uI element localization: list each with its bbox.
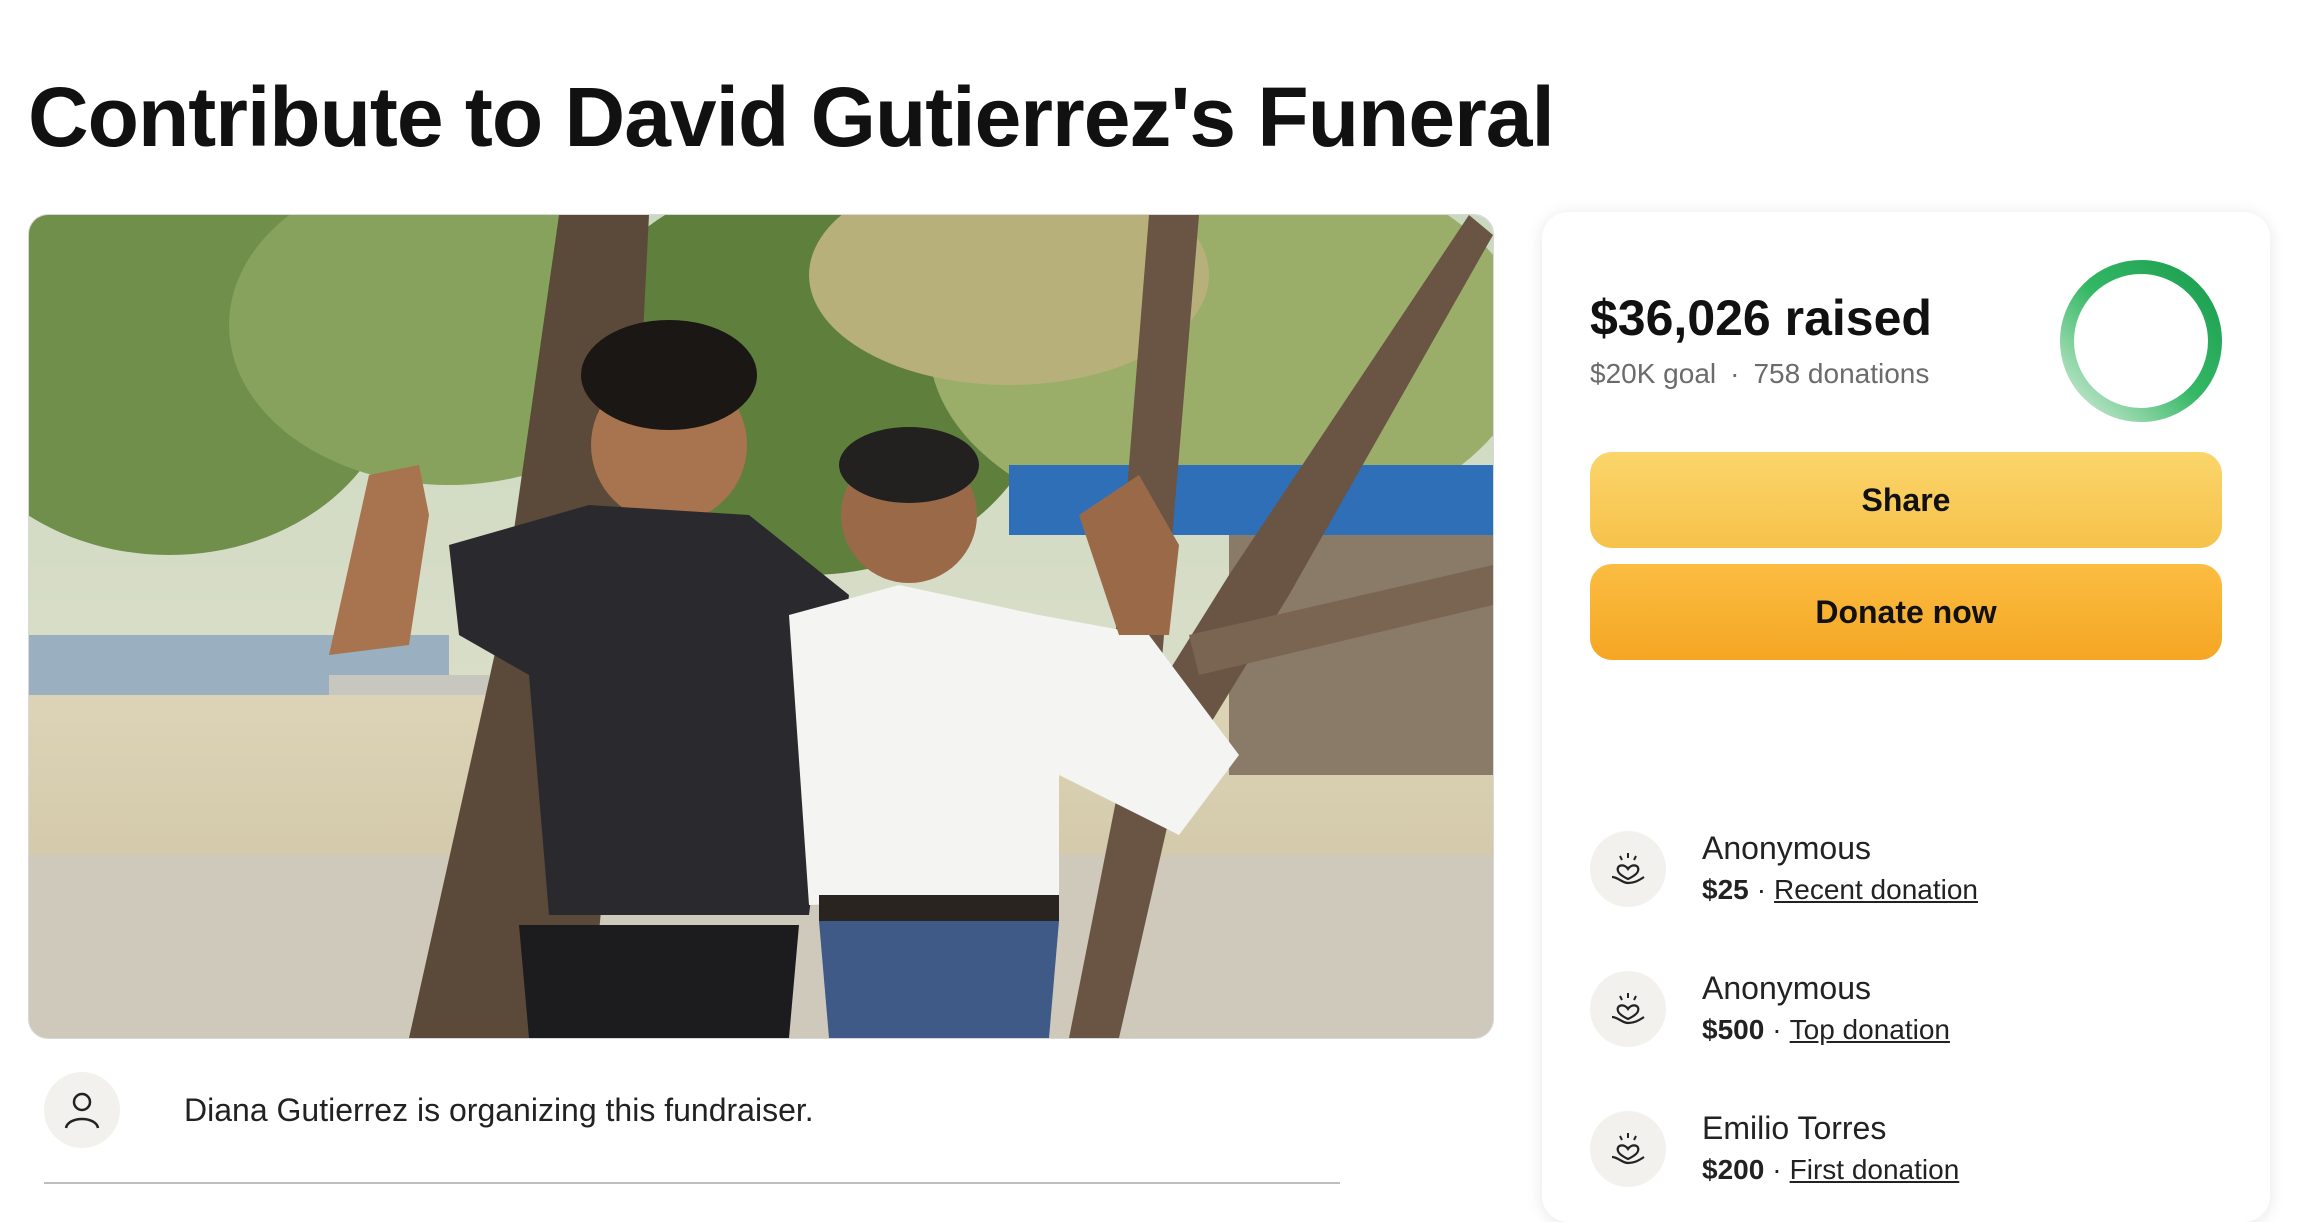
fundraiser-photo	[28, 214, 1494, 1039]
first-donation-link[interactable]: First donation	[1790, 1154, 1960, 1185]
separator-dot: ·	[1730, 358, 1740, 389]
person-icon	[44, 1072, 120, 1148]
organizer-text: Diana Gutierrez is organizing this fundr…	[184, 1091, 814, 1128]
donation-count: 758 donations	[1753, 358, 1930, 389]
top-donation-link[interactable]: Top donation	[1790, 1014, 1950, 1045]
page-title: Contribute to David Gutierrez's Funeral	[28, 70, 1555, 164]
organizer-row: Diana Gutierrez is organizing this fundr…	[44, 1072, 814, 1148]
divider	[44, 1182, 1340, 1184]
share-button[interactable]: Share	[1590, 452, 2222, 548]
separator-dot: ·	[1772, 1154, 1782, 1185]
separator-dot: ·	[1756, 874, 1767, 905]
donation-amount: $200	[1702, 1154, 1765, 1185]
separator-dot: ·	[1772, 1014, 1782, 1045]
heart-hand-icon	[1590, 831, 1666, 907]
donor-name: Anonymous	[1702, 970, 1871, 1006]
progress-ring	[2060, 260, 2222, 422]
heart-hand-icon	[1590, 971, 1666, 1047]
amount-raised: $36,026 raised	[1590, 290, 1932, 346]
recent-donation-link[interactable]: Recent donation	[1774, 874, 1978, 905]
donation-item: Anonymous $25 · Recent donation	[1590, 824, 1978, 914]
donor-name: Anonymous	[1702, 830, 1871, 866]
donation-amount: $500	[1702, 1014, 1765, 1045]
donation-item: Anonymous $500 · Top donation	[1590, 964, 1950, 1054]
heart-hand-icon	[1590, 1111, 1666, 1187]
donation-item: Emilio Torres $200 · First donation	[1590, 1104, 1959, 1194]
goal-line: $20K goal · 758 donations	[1590, 358, 1929, 390]
donor-name: Emilio Torres	[1702, 1110, 1887, 1146]
donation-summary-card: $36,026 raised $20K goal · 758 donations S…	[1542, 212, 2270, 1222]
donate-now-button[interactable]: Donate now	[1590, 564, 2222, 660]
donation-amount: $25	[1702, 874, 1749, 905]
goal-text: $20K goal	[1590, 358, 1717, 389]
